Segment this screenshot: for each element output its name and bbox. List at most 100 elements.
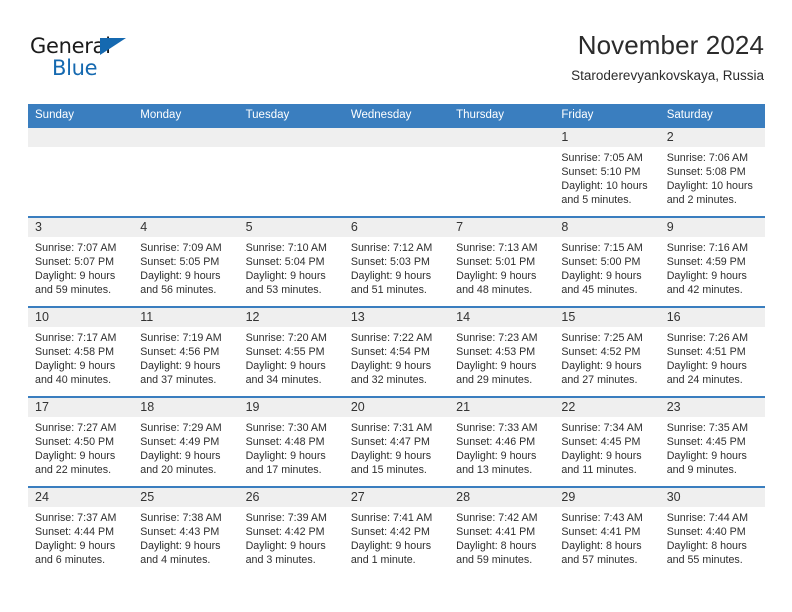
daylight-text-line1: Daylight: 9 hours	[350, 450, 432, 463]
sunrise-text: Sunrise: 7:07 AM	[35, 242, 117, 254]
day-cell[interactable]: 3 Sunrise: 7:07 AM Sunset: 5:07 PM Daylight…	[28, 216, 134, 306]
daylight-text-line2: and 6 minutes.	[35, 554, 106, 567]
day-number: 16	[666, 310, 681, 324]
day-cell[interactable]: 11 Sunrise: 7:19 AM Sunset: 4:56 PM Dayligh…	[133, 306, 239, 396]
calendar-page: General Blue November 2024 Staroderevyan…	[0, 0, 792, 612]
day-cell[interactable]: 25 Sunrise: 7:38 AM Sunset: 4:43 PM Dayligh…	[133, 486, 239, 576]
day-number-band: 1	[554, 128, 660, 147]
day-sun-info: Sunrise: 7:19 AM Sunset: 4:56 PM Daylight:…	[133, 327, 238, 387]
day-cell[interactable]: 27 Sunrise: 7:41 AM Sunset: 4:42 PM Dayligh…	[343, 486, 450, 576]
sunset-text: Sunset: 5:01 PM	[456, 256, 536, 269]
title-block: November 2024 Staroderevyankovskaya, Rus…	[571, 28, 764, 86]
daylight-text-line1: Daylight: 8 hours	[456, 540, 537, 553]
day-number: 15	[561, 310, 576, 324]
day-number: 2	[666, 130, 674, 144]
day-sun-info: Sunrise: 7:10 AM Sunset: 5:04 PM Daylight:…	[239, 237, 344, 297]
sunset-text: Sunset: 4:54 PM	[350, 346, 430, 359]
day-cell[interactable]: 17 Sunrise: 7:27 AM Sunset: 4:50 PM Dayligh…	[28, 396, 134, 486]
daylight-text-line2: and 55 minutes.	[666, 554, 743, 567]
daylight-text-line1: Daylight: 9 hours	[350, 270, 432, 283]
daylight-text-line2: and 59 minutes.	[456, 554, 533, 567]
day-cell[interactable]: 20 Sunrise: 7:31 AM Sunset: 4:47 PM Dayligh…	[343, 396, 450, 486]
day-cell[interactable]: 16 Sunrise: 7:26 AM Sunset: 4:51 PM Dayligh…	[659, 306, 765, 396]
day-sun-info: Sunrise: 7:22 AM Sunset: 4:54 PM Daylight:…	[344, 327, 449, 387]
day-sun-info: Sunrise: 7:33 AM Sunset: 4:46 PM Daylight:…	[449, 417, 554, 477]
day-sun-info: Sunrise: 7:07 AM Sunset: 5:07 PM Daylight:…	[28, 237, 133, 297]
day-cell[interactable]: 29 Sunrise: 7:43 AM Sunset: 4:41 PM Dayligh…	[554, 486, 660, 576]
weekday-header-saturday: Saturday	[666, 109, 713, 121]
sunset-text: Sunset: 4:45 PM	[561, 436, 641, 449]
day-number: 19	[245, 400, 260, 414]
daylight-text-line2: and 1 minute.	[350, 554, 416, 567]
day-number-band: 19	[238, 398, 344, 417]
day-number: 27	[350, 490, 365, 504]
day-cell[interactable]: 26 Sunrise: 7:39 AM Sunset: 4:42 PM Dayligh…	[238, 486, 344, 576]
day-number-band: 22	[554, 398, 660, 417]
sunrise-text: Sunrise: 7:43 AM	[561, 512, 643, 524]
day-sun-info: Sunrise: 7:35 AM Sunset: 4:45 PM Daylight:…	[660, 417, 765, 477]
day-number: 24	[35, 490, 49, 504]
day-cell[interactable]: 30 Sunrise: 7:44 AM Sunset: 4:40 PM Dayligh…	[659, 486, 765, 576]
sunrise-text: Sunrise: 7:38 AM	[140, 512, 222, 524]
sunset-text: Sunset: 4:45 PM	[666, 436, 746, 449]
day-cell[interactable]: 1 Sunrise: 7:05 AM Sunset: 5:10 PM Daylight…	[554, 126, 660, 216]
day-cell[interactable]: 12 Sunrise: 7:20 AM Sunset: 4:55 PM Dayligh…	[238, 306, 344, 396]
sunset-text: Sunset: 4:42 PM	[245, 526, 325, 539]
sunset-text: Sunset: 5:03 PM	[350, 256, 430, 269]
day-cell[interactable]: 4 Sunrise: 7:09 AM Sunset: 5:05 PM Daylight…	[133, 216, 239, 306]
day-cell[interactable]: 24 Sunrise: 7:37 AM Sunset: 4:44 PM Dayligh…	[28, 486, 134, 576]
day-cell[interactable]: 18 Sunrise: 7:29 AM Sunset: 4:49 PM Dayligh…	[133, 396, 239, 486]
day-cell[interactable]: 13 Sunrise: 7:22 AM Sunset: 4:54 PM Dayligh…	[343, 306, 450, 396]
sunrise-text: Sunrise: 7:44 AM	[666, 512, 749, 524]
sunrise-text: Sunrise: 7:42 AM	[456, 512, 538, 524]
day-cell[interactable]: 10 Sunrise: 7:17 AM Sunset: 4:58 PM Dayligh…	[28, 306, 134, 396]
page-subtitle: Staroderevyankovskaya, Russia	[571, 68, 764, 83]
daylight-text-line1: Daylight: 9 hours	[561, 270, 642, 283]
sunset-text: Sunset: 4:51 PM	[666, 346, 746, 359]
calendar-week-row: 1 Sunrise: 7:05 AM Sunset: 5:10 PM Daylight…	[28, 126, 765, 216]
sunset-text: Sunset: 5:04 PM	[245, 256, 325, 269]
day-cell[interactable]: 15 Sunrise: 7:25 AM Sunset: 4:52 PM Dayligh…	[554, 306, 660, 396]
sunrise-text: Sunrise: 7:33 AM	[456, 422, 538, 434]
sunset-text: Sunset: 4:58 PM	[35, 346, 115, 359]
general-blue-logo[interactable]: General Blue	[30, 34, 160, 82]
day-cell[interactable]: 8 Sunrise: 7:15 AM Sunset: 5:00 PM Daylight…	[554, 216, 660, 306]
sunset-text: Sunset: 4:42 PM	[350, 526, 430, 539]
day-sun-info: Sunrise: 7:30 AM Sunset: 4:48 PM Daylight:…	[239, 417, 344, 477]
day-cell[interactable]: 7 Sunrise: 7:13 AM Sunset: 5:01 PM Daylight…	[449, 216, 555, 306]
day-cell[interactable]: 2 Sunrise: 7:06 AM Sunset: 5:08 PM Daylight…	[659, 126, 765, 216]
day-sun-info: Sunrise: 7:16 AM Sunset: 4:59 PM Daylight:…	[660, 237, 765, 297]
daylight-text-line2: and 32 minutes.	[350, 374, 427, 387]
day-number: 17	[35, 400, 49, 414]
day-cell[interactable]: 14 Sunrise: 7:23 AM Sunset: 4:53 PM Dayligh…	[449, 306, 555, 396]
day-cell[interactable]: 23 Sunrise: 7:35 AM Sunset: 4:45 PM Dayligh…	[659, 396, 765, 486]
day-number-band	[28, 128, 134, 147]
sunrise-text: Sunrise: 7:09 AM	[140, 242, 222, 254]
day-number-band: 6	[343, 218, 450, 237]
sunrise-text: Sunrise: 7:34 AM	[561, 422, 643, 434]
day-cell[interactable]: 6 Sunrise: 7:12 AM Sunset: 5:03 PM Daylight…	[343, 216, 450, 306]
day-cell[interactable]: 19 Sunrise: 7:30 AM Sunset: 4:48 PM Dayligh…	[238, 396, 344, 486]
day-cell[interactable]: 9 Sunrise: 7:16 AM Sunset: 4:59 PM Daylight…	[659, 216, 765, 306]
calendar-week-row: 10 Sunrise: 7:17 AM Sunset: 4:58 PM Dayligh…	[28, 306, 765, 396]
daylight-text-line1: Daylight: 9 hours	[456, 450, 537, 463]
day-cell[interactable]: 21 Sunrise: 7:33 AM Sunset: 4:46 PM Dayligh…	[449, 396, 555, 486]
sunset-text: Sunset: 4:53 PM	[456, 346, 536, 359]
day-cell[interactable]: 22 Sunrise: 7:34 AM Sunset: 4:45 PM Dayligh…	[554, 396, 660, 486]
sunset-text: Sunset: 4:50 PM	[35, 436, 115, 449]
day-sun-info: Sunrise: 7:17 AM Sunset: 4:58 PM Daylight:…	[28, 327, 133, 387]
day-number-band: 21	[449, 398, 555, 417]
day-number-band: 29	[554, 488, 660, 507]
day-number-band: 2	[659, 128, 765, 147]
calendar-week-row: 3 Sunrise: 7:07 AM Sunset: 5:07 PM Daylight…	[28, 216, 765, 306]
weekday-header-row: Sunday Monday Tuesday Wednesday Thursday Frid…	[28, 104, 765, 126]
day-cell[interactable]: 5 Sunrise: 7:10 AM Sunset: 5:04 PM Daylight…	[238, 216, 344, 306]
day-number-band: 12	[238, 308, 344, 327]
day-number: 3	[35, 220, 42, 234]
daylight-text-line1: Daylight: 9 hours	[245, 270, 326, 283]
daylight-text-line2: and 40 minutes.	[35, 374, 112, 387]
day-cell[interactable]: 28 Sunrise: 7:42 AM Sunset: 4:41 PM Dayligh…	[449, 486, 555, 576]
day-number: 12	[245, 310, 260, 324]
sunset-text: Sunset: 4:41 PM	[561, 526, 641, 539]
day-number: 9	[666, 220, 674, 234]
